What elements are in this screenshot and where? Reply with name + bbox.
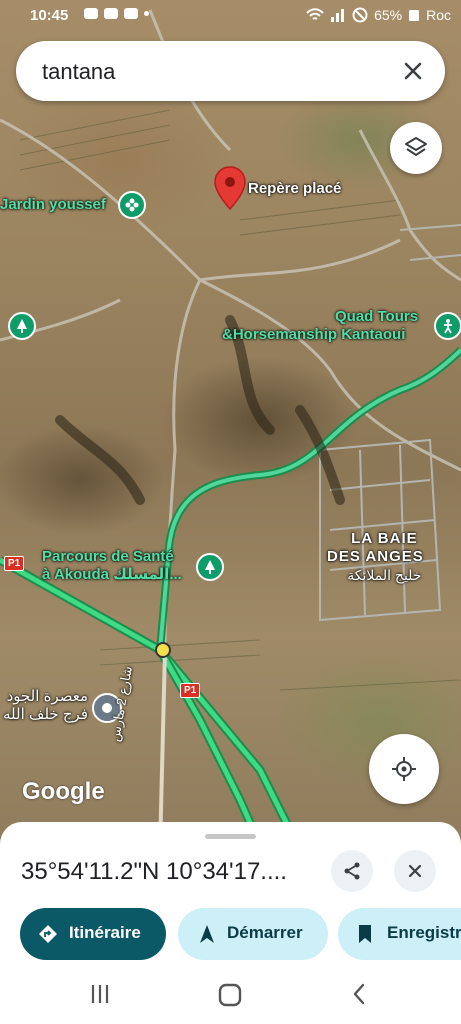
road-shield-p1: P1 xyxy=(180,683,201,698)
start-button[interactable]: Démarrer xyxy=(178,908,328,960)
place-label-arabic[interactable]: معصرة الجود فرج خلف الله xyxy=(0,688,88,724)
tree-icon[interactable] xyxy=(196,553,224,581)
home-icon[interactable] xyxy=(217,982,243,1008)
dropped-pin-icon[interactable] xyxy=(213,165,247,211)
signal-icon xyxy=(331,9,345,22)
close-sheet-button[interactable] xyxy=(394,850,436,892)
my-location-button[interactable] xyxy=(369,734,439,804)
back-icon[interactable] xyxy=(348,982,372,1006)
start-label: Démarrer xyxy=(227,923,303,942)
my-location-icon xyxy=(392,757,416,781)
activity-icon[interactable] xyxy=(434,312,461,340)
layers-button[interactable] xyxy=(390,122,442,174)
recents-icon[interactable] xyxy=(88,982,112,1006)
more-notifications-icon xyxy=(144,11,149,16)
place-label-quad-tours[interactable]: Quad Tours &Horsemanship Kantaoui xyxy=(222,308,419,344)
action-chips: Itinéraire Démarrer Enregistrer xyxy=(0,908,461,960)
bookmark-icon xyxy=(359,925,371,943)
battery-icon xyxy=(409,10,420,21)
arabic-place-line2: فرج خلف الله xyxy=(3,706,88,723)
parcours-line1: Parcours de Santé xyxy=(42,548,174,565)
directions-label: Itinéraire xyxy=(69,923,141,942)
share-icon xyxy=(344,862,360,880)
share-button[interactable] xyxy=(331,850,373,892)
directions-icon xyxy=(39,925,57,943)
system-nav-bar xyxy=(0,968,461,1024)
search-bar[interactable]: tantana xyxy=(16,41,445,101)
close-icon[interactable] xyxy=(397,55,429,87)
park-icon[interactable] xyxy=(118,191,146,219)
status-time: 10:45 xyxy=(30,7,69,24)
place-label-jardin[interactable]: Jardin youssef xyxy=(0,196,106,214)
directions-button[interactable]: Itinéraire xyxy=(20,908,166,960)
close-icon xyxy=(408,864,422,878)
quad-tours-line2: &Horsemanship Kantaoui xyxy=(222,326,406,343)
satellite-map[interactable]: Repère placé Jardin youssef Quad Tours &… xyxy=(0,0,461,850)
tree-icon[interactable] xyxy=(8,312,36,340)
save-button[interactable]: Enregistrer xyxy=(338,908,461,960)
sheet-drag-handle[interactable] xyxy=(205,834,256,839)
wifi-icon xyxy=(306,8,324,20)
area-label-baie[interactable]: LA BAIE DES ANGES خليج الملائكة xyxy=(327,530,424,584)
carrier-label: Roc xyxy=(426,7,451,23)
do-not-disturb-icon xyxy=(352,7,368,23)
google-logo: Google xyxy=(22,778,105,805)
quad-tours-line1: Quad Tours xyxy=(335,308,419,325)
notification-icons xyxy=(84,8,149,19)
layers-icon xyxy=(405,137,427,156)
system-status: 65% Roc xyxy=(306,7,451,23)
road-shield-p1: P1 xyxy=(4,556,25,571)
navigation-arrow-icon xyxy=(200,925,214,943)
youtube-icon xyxy=(124,8,138,19)
parcours-line2: à Akouda المسلك... xyxy=(42,566,182,583)
message-icon xyxy=(84,8,98,19)
baie-arabic: خليج الملائكة xyxy=(347,567,422,583)
place-label-parcours[interactable]: Parcours de Santé à Akouda المسلك... xyxy=(42,548,182,584)
battery-percent: 65% xyxy=(374,7,403,23)
baie-line2: DES ANGES xyxy=(327,548,424,565)
coordinates-title: 35°54'11.2"N 10°34'17.... xyxy=(21,858,287,885)
search-input[interactable]: tantana xyxy=(42,59,115,85)
dropped-pin-label[interactable]: Repère placé xyxy=(248,180,341,198)
youtube-icon xyxy=(104,8,118,19)
baie-line1: LA BAIE xyxy=(351,530,418,547)
arabic-place-line1: معصرة الجود xyxy=(6,688,88,705)
status-bar: 10:45 65% Roc xyxy=(0,0,461,32)
save-label: Enregistrer xyxy=(387,923,461,942)
